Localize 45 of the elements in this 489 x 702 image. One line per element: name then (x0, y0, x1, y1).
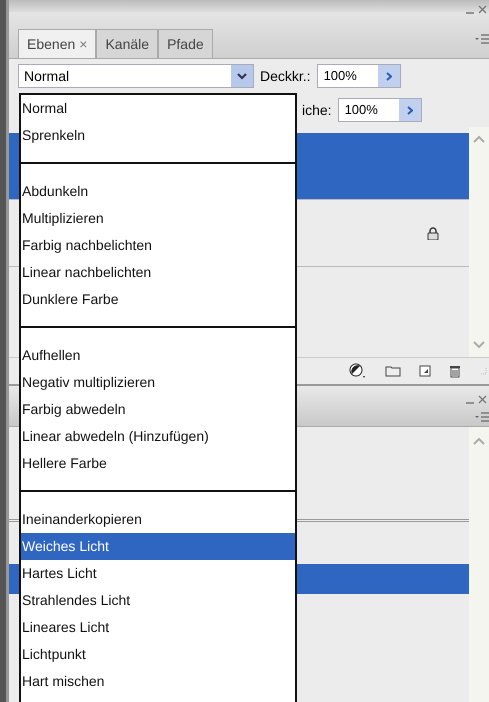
arrow-right-icon (406, 106, 413, 114)
fill-label: iche: (302, 102, 332, 118)
tab-close[interactable]: × (79, 36, 88, 52)
panel-tab[interactable]: Pfade (158, 29, 213, 58)
menu-item[interactable]: Linear nachbelichten (21, 259, 295, 286)
trash-icon[interactable] (449, 364, 461, 378)
menu-item[interactable]: Multiplizieren (21, 205, 295, 232)
arrow-right-icon (386, 72, 392, 80)
menu-item[interactable]: Hart mischen (21, 668, 295, 695)
menu-item[interactable]: Ineinanderkopieren (21, 506, 295, 533)
scroll-up-icon[interactable] (473, 135, 485, 143)
scroll-down-icon[interactable] (473, 341, 485, 349)
menu-item[interactable]: Hartes Licht (21, 560, 295, 587)
opacity-field[interactable]: 100% (316, 64, 401, 88)
menu-item[interactable]: Negativ multiplizieren (21, 369, 295, 396)
scroll-up-icon[interactable] (473, 437, 485, 445)
new-layer-icon[interactable] (419, 365, 431, 377)
menu-item[interactable]: Abdunkeln (21, 178, 295, 205)
chevron-down-icon (236, 72, 248, 80)
adjustment-icon[interactable] (349, 363, 367, 379)
menu-item[interactable]: Farbig nachbelichten (21, 232, 295, 259)
scrollbar[interactable] (469, 427, 489, 702)
panel-tab[interactable]: Kanäle (96, 29, 158, 58)
menu-item[interactable]: Weiches Licht (21, 533, 295, 560)
menu-item[interactable]: Sprenkeln (21, 122, 295, 149)
menu-item[interactable]: Aufhellen (21, 342, 295, 369)
fill-field[interactable]: 100% (338, 98, 422, 122)
menu-item[interactable]: Hellere Farbe (21, 450, 295, 477)
scrollbar[interactable] (469, 127, 489, 357)
close-icon[interactable] (478, 5, 487, 14)
panel-menu-icon[interactable] (475, 34, 489, 44)
menu-item[interactable]: Dunklere Farbe (21, 286, 295, 313)
folder-icon[interactable] (385, 365, 401, 377)
resize-grip-icon[interactable] (479, 367, 487, 375)
menu-item[interactable]: Strahlendes Licht (21, 587, 295, 614)
opacity-label: Deckkr.: (260, 68, 311, 84)
close-icon[interactable] (478, 395, 487, 404)
menu-item[interactable]: Normal (21, 95, 295, 122)
lock-icon (427, 226, 439, 240)
menu-item[interactable]: Lineares Licht (21, 614, 295, 641)
menu-item[interactable]: Linear abwedeln (Hinzufügen) (21, 423, 295, 450)
blend-mode-dropdown[interactable]: Normal (18, 64, 254, 88)
panel-tab[interactable]: Ebenen × (18, 29, 96, 58)
menu-item[interactable]: Lichtpunkt (21, 641, 295, 668)
panel-menu-icon[interactable] (475, 412, 489, 422)
